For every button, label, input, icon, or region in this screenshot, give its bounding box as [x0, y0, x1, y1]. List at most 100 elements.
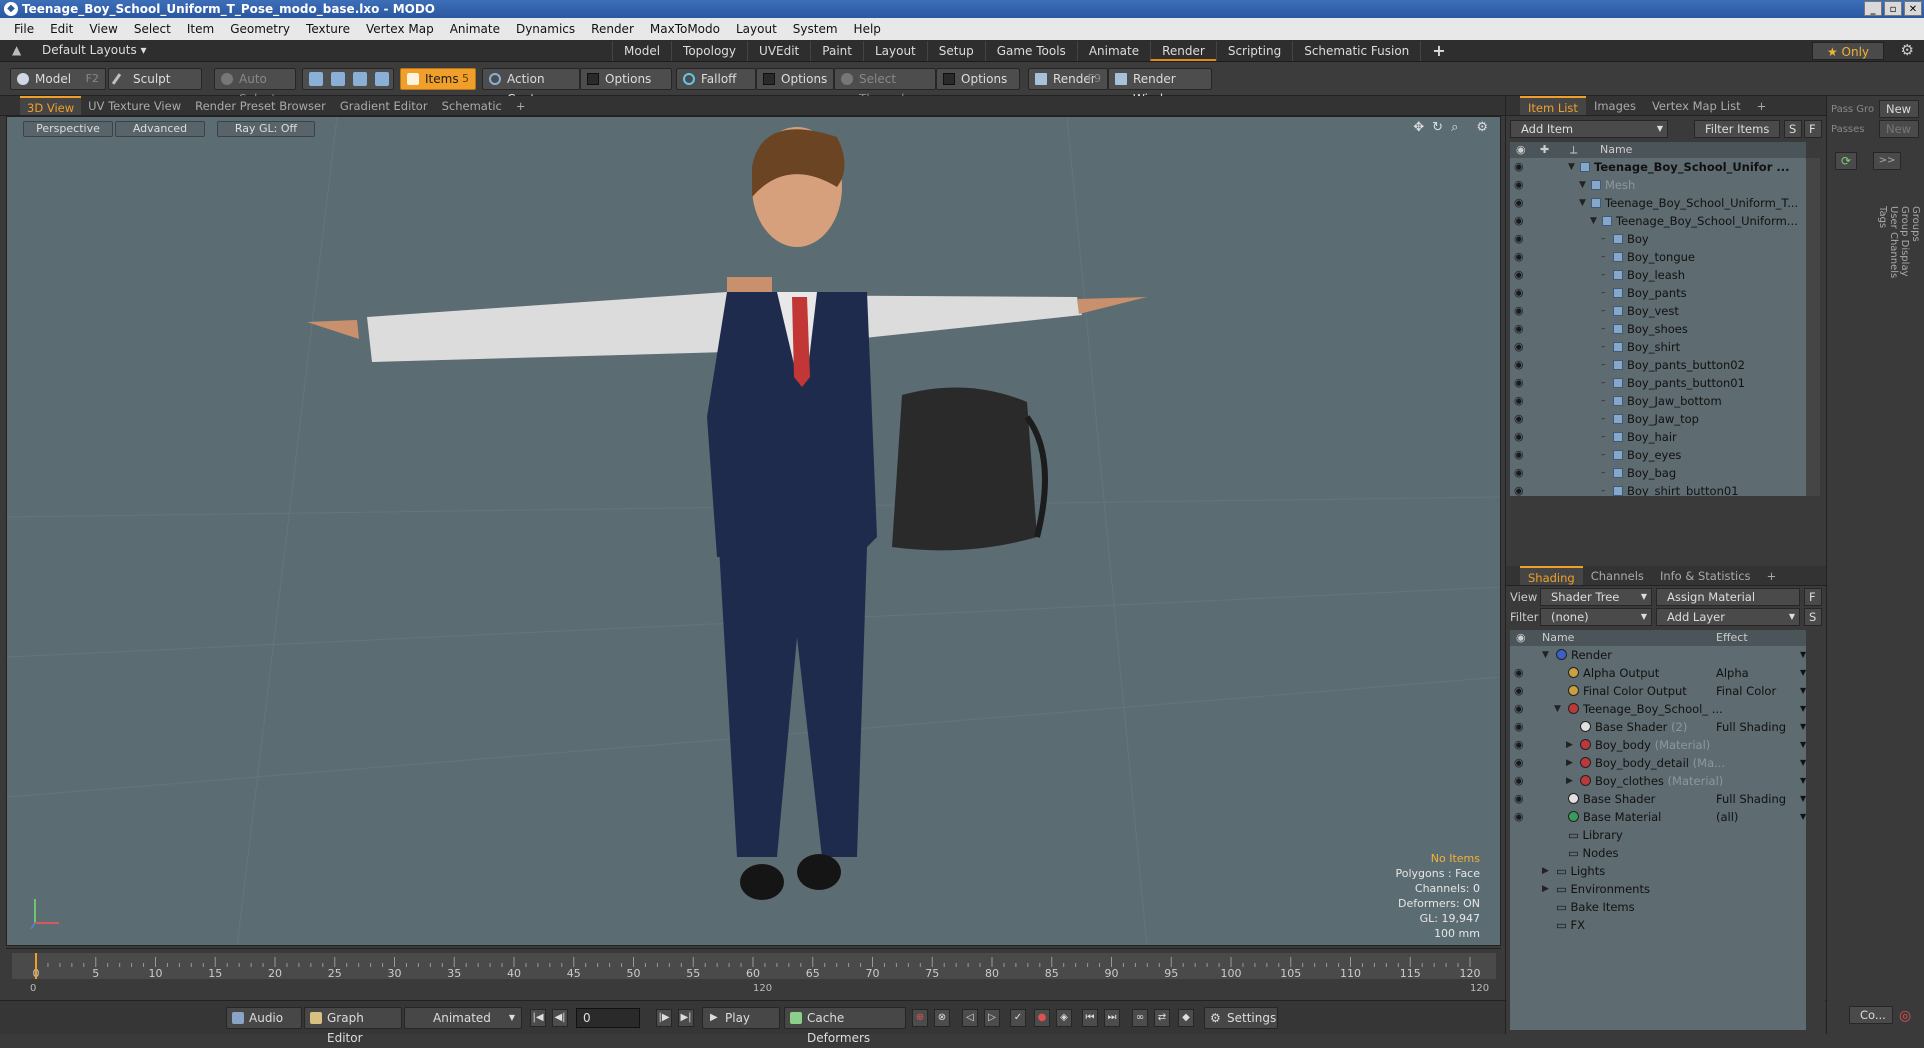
key-filter-icon[interactable]: ◈: [1056, 1009, 1072, 1027]
visibility-eye-icon[interactable]: ◉: [1514, 248, 1524, 266]
new-pass-button[interactable]: New: [1879, 120, 1919, 138]
layout-tab-scripting[interactable]: Scripting: [1215, 41, 1292, 61]
layout-tab-animate[interactable]: Animate: [1076, 41, 1150, 61]
s-toggle[interactable]: S: [1784, 120, 1802, 138]
item-list-row[interactable]: ◉ – Boy_tongue: [1510, 248, 1806, 266]
item-list-row[interactable]: ◉ – Boy_shirt_button01: [1510, 482, 1806, 496]
visibility-eye-icon[interactable]: ◉: [1514, 374, 1524, 392]
menu-edit[interactable]: Edit: [42, 22, 81, 36]
sculpt-mode-button[interactable]: Sculpt: [108, 68, 202, 90]
effect-value[interactable]: Full Shading: [1716, 790, 1786, 808]
visibility-eye-icon[interactable]: ◉: [1514, 194, 1524, 212]
effect-dropdown-icon[interactable]: ▼: [1800, 736, 1806, 754]
visibility-eye-icon[interactable]: ◉: [1514, 158, 1524, 176]
visibility-eye-icon[interactable]: ◉: [1514, 700, 1524, 718]
effect-dropdown-icon[interactable]: ▼: [1800, 754, 1806, 772]
visibility-eye-icon[interactable]: ◉: [1514, 266, 1524, 284]
prev-marker-icon[interactable]: ⏮: [1082, 1009, 1098, 1027]
effect-dropdown-icon[interactable]: ▼: [1800, 682, 1806, 700]
visibility-eye-icon[interactable]: ◉: [1514, 428, 1524, 446]
collapse-arrow-icon[interactable]: ▼: [1542, 646, 1549, 664]
edge-mode-icon[interactable]: [331, 72, 345, 86]
shader-tree-row[interactable]: ◉ ▶ Boy_clothes (Material) ▼: [1510, 772, 1806, 790]
visibility-eye-icon[interactable]: ◉: [1514, 754, 1524, 772]
layout-tab-render[interactable]: Render: [1150, 41, 1216, 61]
items-mode-button[interactable]: Items 5: [400, 68, 476, 90]
material-mode-icon[interactable]: [375, 72, 389, 86]
record-icon[interactable]: ●: [1034, 1009, 1050, 1027]
item-list-row[interactable]: ◉ ▼ Teenage_Boy_School_Unifor ...: [1510, 158, 1806, 176]
action-center-options[interactable]: Options: [580, 68, 672, 90]
expand-icon[interactable]: >>: [1873, 152, 1901, 170]
falloff-button[interactable]: Falloff: [676, 68, 756, 90]
item-list-row[interactable]: ◉ – Boy_Jaw_top: [1510, 410, 1806, 428]
side-tab-tags[interactable]: Tags: [1877, 206, 1888, 278]
shader-tree-row[interactable]: ▭ Bake Items: [1510, 898, 1806, 916]
layout-tab-game-tools[interactable]: Game Tools: [984, 41, 1077, 61]
render-button[interactable]: Render F9: [1028, 68, 1108, 90]
record-key-icon[interactable]: ⊕: [912, 1009, 928, 1027]
add-layer-dropdown[interactable]: Add Layer ▼: [1656, 608, 1800, 626]
shader-tree-row[interactable]: ▶ ▭ Lights: [1510, 862, 1806, 880]
f-button[interactable]: F: [1804, 588, 1822, 606]
select-through-button[interactable]: Select Through: [834, 68, 936, 106]
item-list-row[interactable]: ◉ – Boy_hair: [1510, 428, 1806, 446]
expand-arrow-icon[interactable]: ▶: [1566, 772, 1573, 790]
visibility-eye-icon[interactable]: ◉: [1514, 482, 1524, 496]
visibility-eye-icon[interactable]: ◉: [1514, 356, 1524, 374]
panel-tab-channels[interactable]: Channels: [1583, 566, 1652, 585]
expand-arrow-icon[interactable]: ▶: [1566, 736, 1573, 754]
item-list-row[interactable]: ◉ – Boy_leash: [1510, 266, 1806, 284]
expand-arrow-icon[interactable]: ▶: [1542, 880, 1549, 898]
viewport-tab-render-preset-browser[interactable]: Render Preset Browser: [188, 96, 333, 115]
next-marker-icon[interactable]: ⏭: [1104, 1009, 1120, 1027]
menu-help[interactable]: Help: [846, 22, 889, 36]
model-mode-button[interactable]: Model F2: [10, 68, 106, 90]
item-list-row[interactable]: ◉ ▼ Teenage_Boy_School_Uniform...: [1510, 212, 1806, 230]
minimize-button[interactable]: _: [1864, 1, 1882, 16]
visibility-eye-icon[interactable]: ◉: [1514, 338, 1524, 356]
vertex-mode-icon[interactable]: [309, 72, 323, 86]
visibility-eye-icon[interactable]: ◉: [1514, 284, 1524, 302]
panel-tab--[interactable]: +: [1749, 96, 1775, 115]
marker-icon[interactable]: ◆: [1178, 1009, 1194, 1027]
collapse-arrow-icon[interactable]: ▼: [1554, 700, 1561, 718]
visibility-eye-icon[interactable]: ◉: [1514, 176, 1524, 194]
effect-dropdown-icon[interactable]: ▼: [1800, 718, 1806, 736]
timeline[interactable]: 0 5 10 15 20 25 30 35 40 45 50 55 60 65 70 75 80 85 90 95 10…: [6, 948, 1501, 994]
layout-tab-setup[interactable]: Setup: [926, 41, 985, 61]
viewport-tab-schematic[interactable]: Schematic: [435, 96, 509, 115]
add-layout-tab-icon[interactable]: +: [1420, 41, 1456, 61]
item-list-row[interactable]: ◉ – Boy_shoes: [1510, 320, 1806, 338]
effect-value[interactable]: Full Shading: [1716, 718, 1786, 736]
expand-arrow-icon[interactable]: ▶: [1566, 754, 1573, 772]
menu-select[interactable]: Select: [126, 22, 179, 36]
visibility-eye-icon[interactable]: ◉: [1514, 682, 1524, 700]
item-list[interactable]: ◉ ▼ Teenage_Boy_School_Unifor ... ◉ ▼ Mesh ◉ ▼ T…: [1510, 158, 1806, 496]
panel-tab--[interactable]: +: [1759, 566, 1785, 585]
panel-tab-item-list[interactable]: Item List: [1520, 96, 1586, 115]
visibility-eye-icon[interactable]: ◉: [1514, 664, 1524, 682]
shader-tree-row[interactable]: ◉ ▶ Boy_body_detail (Ma... ▼: [1510, 754, 1806, 772]
panel-tab-images[interactable]: Images: [1586, 96, 1644, 115]
expand-arrow-icon[interactable]: ▼: [1568, 158, 1575, 176]
shader-tree-row[interactable]: ▭ Library: [1510, 826, 1806, 844]
3d-viewport[interactable]: Perspective Advanced Ray GL: Off ✥ ↻ ⌕ ⚙: [6, 116, 1501, 946]
auto-key-icon[interactable]: ⊗: [934, 1009, 950, 1027]
layout-tab-layout[interactable]: Layout: [862, 41, 927, 61]
render-window-button[interactable]: Render Window: [1108, 68, 1212, 106]
visibility-eye-icon[interactable]: ◉: [1514, 736, 1524, 754]
step-forward-button[interactable]: |▶: [656, 1009, 672, 1027]
effect-value[interactable]: Alpha: [1716, 664, 1749, 682]
visibility-eye-icon[interactable]: ◉: [1514, 320, 1524, 338]
shader-tree-row[interactable]: ◉ Base Shader Full Shading ▼: [1510, 790, 1806, 808]
item-list-row[interactable]: ◉ – Boy_bag: [1510, 464, 1806, 482]
refresh-icon[interactable]: ⟳: [1835, 152, 1857, 170]
effect-dropdown-icon[interactable]: ▼: [1800, 808, 1806, 826]
menu-layout[interactable]: Layout: [728, 22, 785, 36]
sync-icon[interactable]: ⇄: [1154, 1009, 1170, 1027]
menu-geometry[interactable]: Geometry: [222, 22, 298, 36]
visibility-eye-icon[interactable]: ◉: [1514, 230, 1524, 248]
graph-editor-button[interactable]: Graph Editor: [304, 1007, 402, 1045]
shader-tree-row[interactable]: ◉ Alpha Output Alpha ▼: [1510, 664, 1806, 682]
